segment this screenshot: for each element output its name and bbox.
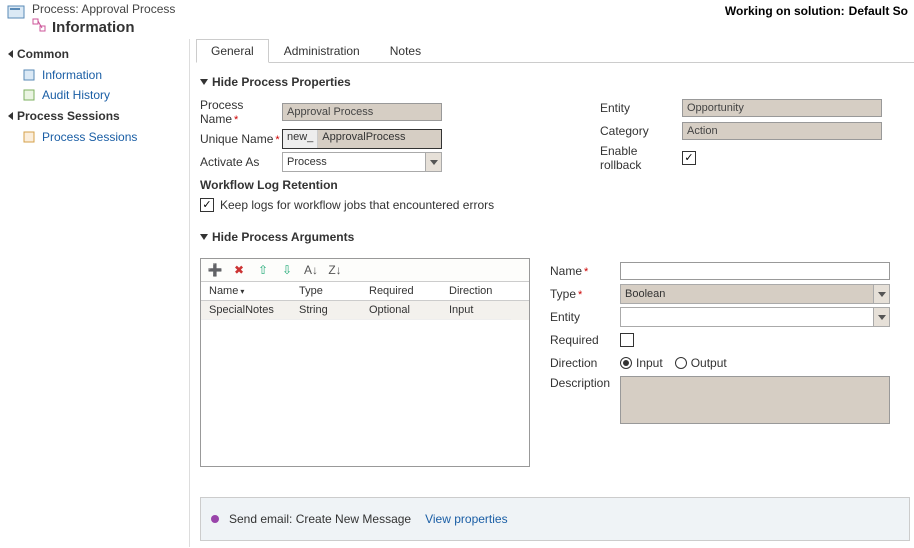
field-unique-name[interactable]: new_ ApprovalProcess [282, 129, 442, 149]
checkbox-enable-rollback[interactable] [682, 151, 696, 165]
sidebar-section-common[interactable]: Common [0, 43, 189, 65]
window-header: Process: Approval Process Information Wo… [0, 0, 914, 39]
label-arg-entity: Entity [550, 310, 620, 324]
tab-general[interactable]: General [196, 39, 269, 63]
label-arg-required: Required [550, 333, 620, 347]
tab-administration[interactable]: Administration [269, 39, 375, 63]
field-category: Action [682, 122, 882, 140]
audit-icon [22, 88, 36, 102]
workflow-step[interactable]: Send email: Create New Message View prop… [200, 497, 910, 541]
field-arg-description[interactable] [620, 376, 890, 424]
label-activate-as: Activate As [200, 155, 282, 169]
label-arg-description: Description [550, 376, 620, 390]
header-left: Process: Approval Process Information [6, 2, 175, 37]
field-activate-as[interactable]: Process [282, 152, 442, 172]
section-process-arguments[interactable]: Hide Process Arguments [200, 228, 910, 250]
sort-asc-button[interactable]: A↓ [303, 262, 319, 278]
field-arg-entity[interactable] [620, 307, 890, 327]
arguments-grid: ➕ ✖ ⇧ ⇩ A↓ Z↓ Name▾ Type Required Direct… [200, 258, 530, 467]
col-direction-header[interactable]: Direction [441, 282, 511, 300]
sidebar-item-audit-history[interactable]: Audit History [0, 85, 189, 105]
checkbox-arg-required[interactable] [620, 333, 634, 347]
move-down-button[interactable]: ⇩ [279, 262, 295, 278]
col-type-header[interactable]: Type [291, 282, 361, 300]
field-arg-type[interactable]: Boolean [620, 284, 890, 304]
radio-label-output: Output [691, 356, 727, 370]
page-title: Information [32, 18, 175, 38]
unique-name-value: ApprovalProcess [318, 130, 441, 148]
sidebar-section-process-sessions[interactable]: Process Sessions [0, 105, 189, 127]
add-argument-button[interactable]: ➕ [207, 262, 223, 278]
label-unique-name: Unique Name* [200, 132, 282, 146]
radio-direction-input[interactable] [620, 357, 632, 369]
flow-icon [32, 18, 46, 38]
col-name-header[interactable]: Name▾ [201, 282, 291, 300]
dropdown-icon [425, 153, 441, 171]
unique-name-prefix: new_ [283, 130, 318, 148]
radio-label-input: Input [636, 356, 663, 370]
argument-row[interactable]: SpecialNotes String Optional Input [201, 301, 529, 320]
process-breadcrumb: Process: Approval Process [32, 2, 175, 18]
step-view-properties-link[interactable]: View properties [425, 512, 508, 526]
dropdown-icon [873, 285, 889, 303]
delete-argument-button[interactable]: ✖ [231, 262, 247, 278]
checkbox-keep-logs[interactable] [200, 198, 214, 212]
sessions-icon [22, 130, 36, 144]
arguments-toolbar: ➕ ✖ ⇧ ⇩ A↓ Z↓ [201, 259, 529, 282]
arguments-grid-header: Name▾ Type Required Direction [201, 282, 529, 301]
dropdown-icon [873, 308, 889, 326]
argument-detail: Name* Type* Boolean Entity Required [550, 258, 910, 467]
tabs: General Administration Notes [196, 39, 914, 63]
information-icon [22, 68, 36, 82]
field-process-name[interactable]: Approval Process [282, 103, 442, 121]
move-up-button[interactable]: ⇧ [255, 262, 271, 278]
label-entity: Entity [600, 101, 682, 115]
step-bullet-icon [211, 515, 219, 523]
label-enable-rollback: Enable rollback [600, 144, 682, 172]
label-arg-name: Name* [550, 264, 620, 278]
sidebar-item-information[interactable]: Information [0, 65, 189, 85]
label-process-name: Process Name* [200, 98, 282, 126]
label-workflow-log-retention: Workflow Log Retention [200, 178, 520, 192]
step-text: Send email: Create New Message [229, 512, 411, 526]
field-entity: Opportunity [682, 99, 882, 117]
sidebar: Common Information Audit History Process… [0, 39, 190, 547]
sort-desc-button[interactable]: Z↓ [327, 262, 343, 278]
label-arg-direction: Direction [550, 356, 620, 370]
label-arg-type: Type* [550, 287, 620, 301]
solution-info: Working on solution: Default So [725, 2, 908, 18]
section-process-properties[interactable]: Hide Process Properties [200, 73, 910, 95]
tab-notes[interactable]: Notes [375, 39, 436, 63]
process-icon [6, 2, 26, 22]
field-arg-name[interactable] [620, 262, 890, 280]
radio-direction-output[interactable] [675, 357, 687, 369]
sidebar-item-process-sessions[interactable]: Process Sessions [0, 127, 189, 147]
label-keep-logs: Keep logs for workflow jobs that encount… [220, 198, 494, 212]
label-category: Category [600, 124, 682, 138]
col-required-header[interactable]: Required [361, 282, 441, 300]
sort-indicator-icon: ▾ [240, 287, 244, 296]
